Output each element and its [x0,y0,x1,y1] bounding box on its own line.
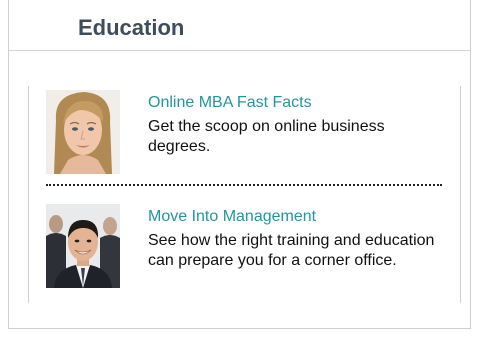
widget-title: Education [78,15,185,40]
article-title-link[interactable]: Online MBA Fast Facts [148,93,312,112]
education-widget: Education Online MBA Fast Facts Get the … [8,0,471,329]
article-title-link[interactable]: Move Into Management [148,207,316,226]
article-thumbnail[interactable] [46,204,120,288]
article-description: Get the scoop on online business degrees… [148,118,385,155]
article-description: See how the right training and education… [148,232,435,269]
widget-header: Education [9,0,470,51]
article-divider [46,184,442,186]
widget-body: Online MBA Fast Facts Get the scoop on o… [28,86,461,303]
article-thumbnail[interactable] [46,90,120,174]
woman-portrait-image [46,90,120,174]
man-portrait-image [46,204,120,288]
